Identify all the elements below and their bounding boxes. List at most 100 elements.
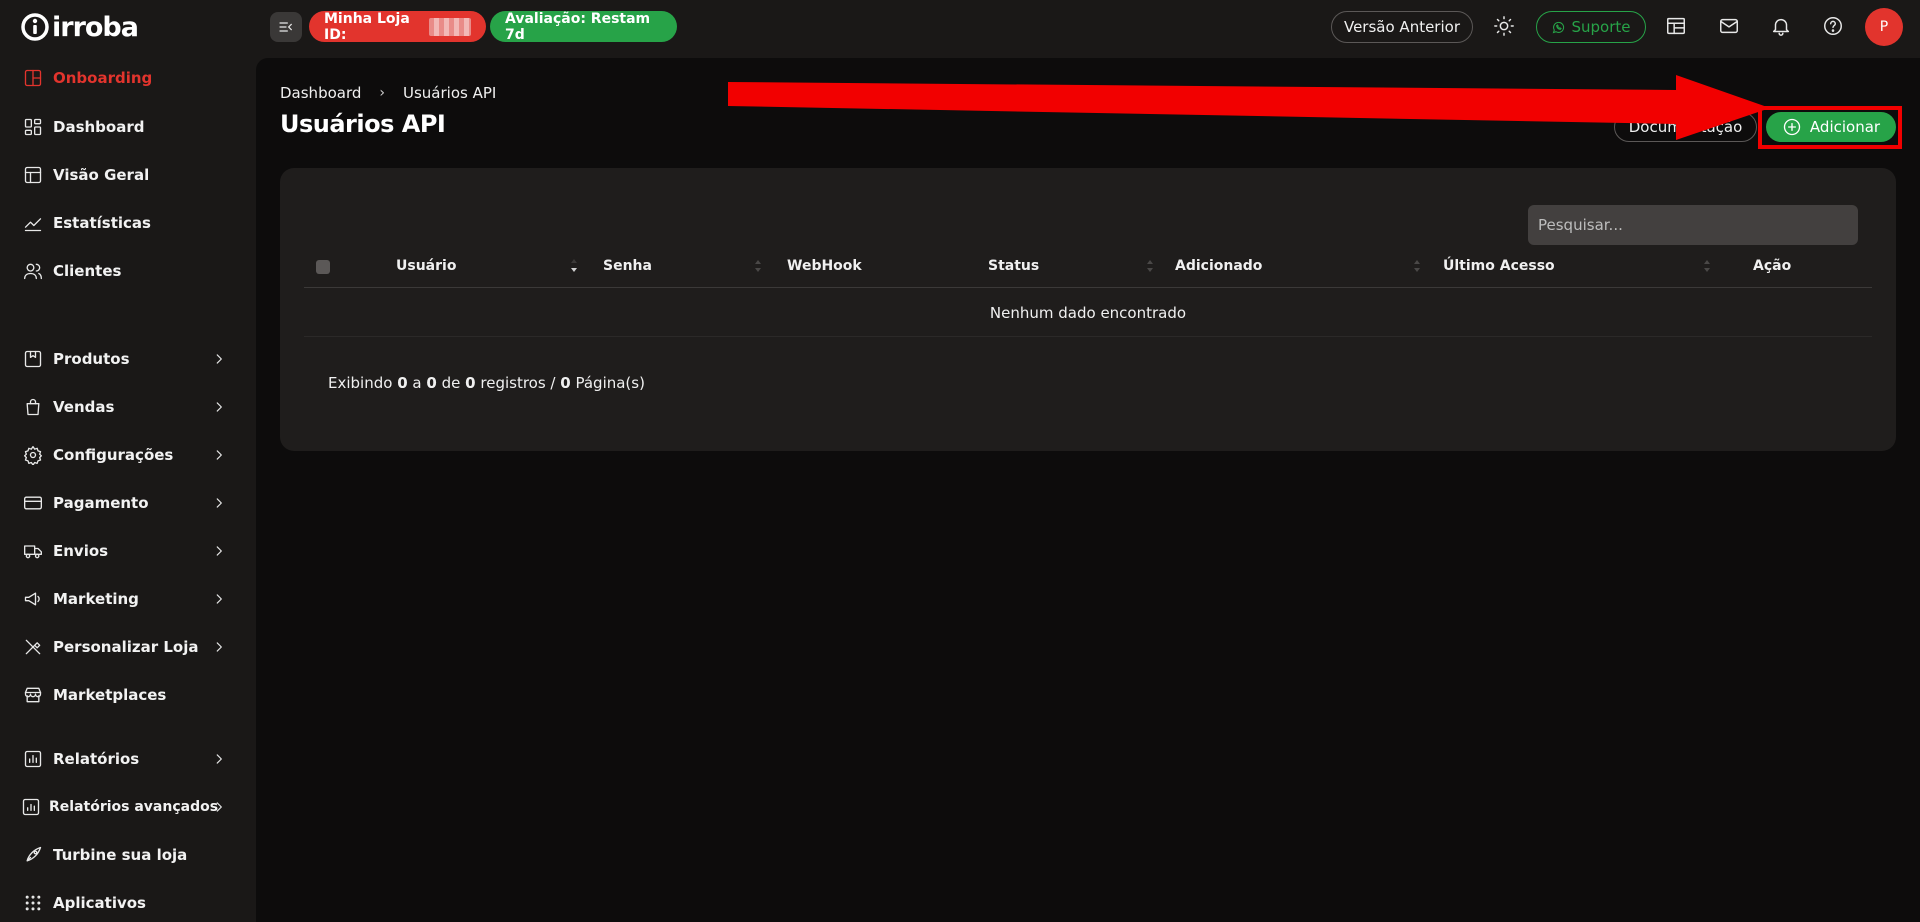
sun-icon	[1494, 16, 1514, 36]
sidebar-item-label: Vendas	[53, 398, 115, 416]
column-header-status[interactable]: Status	[988, 258, 1039, 274]
menu-collapse-icon	[279, 22, 292, 32]
table-empty-row: Nenhum dado encontrado	[304, 289, 1872, 337]
column-header-acao: Ação	[1753, 258, 1792, 274]
sidebar-item-label: Dashboard	[53, 118, 145, 136]
chevron-right-icon	[212, 448, 226, 462]
chevron-right-icon	[212, 496, 226, 510]
sidebar-item-aplicativos[interactable]: Aplicativos	[0, 884, 240, 922]
pagination-records-word: registros /	[480, 374, 556, 392]
sidebar-item-personalizar-loja[interactable]: Personalizar Loja	[0, 628, 240, 666]
sort-desc-icon[interactable]	[570, 258, 578, 274]
irroba-logo[interactable]: irroba	[20, 10, 139, 44]
dashboard-grid-icon	[22, 116, 44, 138]
main-content: Dashboard › Usuários API Usuários API Do…	[256, 58, 1920, 922]
breadcrumb-current: Usuários API	[403, 84, 497, 102]
store-id-badge[interactable]: Minha Loja ID:	[309, 11, 486, 43]
sidebar-item-relatorios[interactable]: Relatórios	[0, 740, 240, 778]
report-icon	[22, 748, 44, 770]
sidebar-item-label: Relatórios avançados	[49, 799, 219, 815]
shopping-bag-icon	[22, 396, 44, 418]
truck-icon	[22, 540, 44, 562]
sidebar-item-label: Aplicativos	[53, 894, 146, 912]
column-header-webhook[interactable]: WebHook	[787, 258, 862, 274]
sort-icon[interactable]	[1413, 258, 1421, 274]
layout-panel-icon	[22, 67, 44, 89]
store-layout-button[interactable]	[1664, 14, 1688, 38]
column-header-senha[interactable]: Senha	[603, 258, 652, 274]
sidebar-item-clientes[interactable]: Clientes	[0, 252, 240, 290]
layout-table-icon	[1667, 17, 1685, 35]
documentation-button[interactable]: Documentação	[1614, 112, 1757, 142]
chart-line-icon	[22, 212, 44, 234]
sidebar-item-marketplaces[interactable]: Marketplaces	[0, 676, 240, 714]
pagination-total: 0	[465, 374, 476, 392]
empty-message: Nenhum dado encontrado	[989, 303, 1187, 322]
sidebar-item-visao-geral[interactable]: Visão Geral	[0, 156, 240, 194]
column-header-usuario[interactable]: Usuário	[396, 258, 456, 274]
sidebar-item-onboarding[interactable]: Onboarding	[0, 59, 240, 97]
sidebar-collapse-button[interactable]	[270, 12, 302, 42]
sidebar-item-pagamento[interactable]: Pagamento	[0, 484, 240, 522]
chevron-right-icon: ›	[379, 85, 385, 101]
select-all-checkbox[interactable]	[316, 260, 330, 274]
megaphone-icon	[22, 588, 44, 610]
chevron-right-icon	[212, 352, 226, 366]
support-button[interactable]: Suporte	[1536, 11, 1646, 43]
sidebar-item-label: Marketing	[53, 590, 139, 608]
pagination-pages: 0	[560, 374, 571, 392]
previous-version-button[interactable]: Versão Anterior	[1331, 11, 1473, 43]
notifications-button[interactable]	[1769, 14, 1793, 38]
sidebar: irroba Onboarding Dashboard Visão Geral …	[0, 0, 256, 922]
search-input[interactable]	[1528, 205, 1858, 245]
apps-grid-icon	[22, 892, 44, 914]
sidebar-item-label: Pagamento	[53, 494, 149, 512]
sidebar-item-label: Configurações	[53, 446, 174, 464]
sidebar-item-label: Envios	[53, 542, 109, 560]
breadcrumb: Dashboard › Usuários API	[280, 84, 496, 102]
chevron-right-icon	[212, 640, 226, 654]
pagination-of-word: de	[441, 374, 461, 392]
sort-icon[interactable]	[1146, 258, 1154, 274]
breadcrumb-link-dashboard[interactable]: Dashboard	[280, 84, 361, 102]
pagination-to-word: a	[412, 374, 422, 392]
sort-icon[interactable]	[754, 258, 762, 274]
chevron-right-icon	[212, 544, 226, 558]
sidebar-item-produtos[interactable]: Produtos	[0, 340, 240, 378]
tools-icon	[22, 636, 44, 658]
sidebar-item-dashboard[interactable]: Dashboard	[0, 108, 240, 146]
chevron-right-icon	[212, 752, 226, 766]
sidebar-item-vendas[interactable]: Vendas	[0, 388, 240, 426]
bell-icon	[1772, 18, 1790, 36]
store-icon	[22, 684, 44, 706]
messages-button[interactable]	[1717, 14, 1741, 38]
sidebar-item-label: Turbine sua loja	[53, 846, 188, 864]
credit-card-icon	[22, 492, 44, 514]
sidebar-item-label: Visão Geral	[53, 166, 150, 184]
column-header-adicionado[interactable]: Adicionado	[1175, 258, 1262, 274]
sort-icon[interactable]	[1703, 258, 1711, 274]
help-button[interactable]	[1821, 14, 1845, 38]
chevron-right-icon	[212, 400, 226, 414]
theme-toggle-button[interactable]	[1492, 14, 1516, 38]
logo-text: irroba	[52, 11, 139, 43]
box-icon	[22, 348, 44, 370]
sidebar-item-marketing[interactable]: Marketing	[0, 580, 240, 618]
logo-mark-icon	[21, 13, 49, 41]
sidebar-item-label: Produtos	[53, 350, 130, 368]
pagination-to: 0	[426, 374, 437, 392]
pagination-prefix: Exibindo	[328, 374, 393, 392]
user-avatar[interactable]: P	[1865, 8, 1903, 46]
api-users-table-card: Usuário Senha WebHook Status Adicionado …	[280, 168, 1896, 451]
sidebar-item-estatisticas[interactable]: Estatísticas	[0, 204, 240, 242]
layout-icon	[22, 164, 44, 186]
sidebar-item-configuracoes[interactable]: Configurações	[0, 436, 240, 474]
gear-icon	[22, 444, 44, 466]
page-title: Usuários API	[280, 110, 446, 138]
sidebar-item-label: Relatórios	[53, 750, 140, 768]
sidebar-item-envios[interactable]: Envios	[0, 532, 240, 570]
evaluation-badge[interactable]: Avaliação: Restam 7d	[490, 11, 677, 43]
sidebar-item-turbine-sua-loja[interactable]: Turbine sua loja	[0, 836, 240, 874]
sidebar-item-relatorios-avancados[interactable]: Relatórios avançados	[0, 788, 240, 826]
column-header-ultimo-acesso[interactable]: Último Acesso	[1443, 258, 1555, 274]
